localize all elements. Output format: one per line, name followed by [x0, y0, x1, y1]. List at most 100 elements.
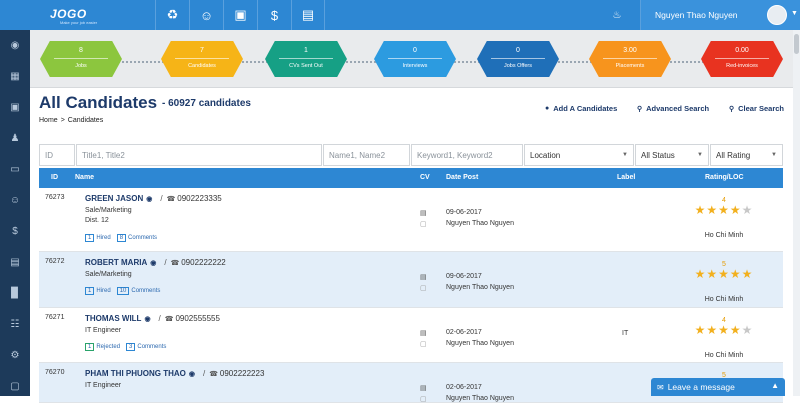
briefcase-bag-icon[interactable]: ♻ — [155, 0, 189, 30]
eye-icon[interactable]: ◉ — [146, 195, 152, 203]
col-date[interactable]: Date Post — [446, 174, 478, 181]
stat-card-placements[interactable]: 3.00 Placements — [589, 41, 671, 77]
candidate-name-link[interactable]: PHAM THI PHUONG THAO — [85, 369, 186, 378]
star-filled-icon[interactable]: ★ — [742, 267, 754, 281]
phone-icon: ☎ — [164, 315, 176, 323]
date-posted: 02-06-2017 — [446, 329, 482, 336]
status-badge[interactable]: 1 Hired — [85, 287, 111, 295]
cv-document-icon[interactable]: ▤ — [420, 383, 427, 394]
eye-icon[interactable]: ◉ — [150, 259, 156, 267]
star-filled-icon[interactable]: ★ — [695, 323, 707, 337]
star-filled-icon[interactable]: ★ — [730, 323, 742, 337]
candidate-name-link[interactable]: GREEN JASON — [85, 194, 143, 203]
comments-badge[interactable]: 8 Comments — [116, 234, 157, 242]
dollar-icon[interactable]: $ — [257, 0, 291, 30]
file-icon[interactable]: ▢ — [0, 371, 30, 402]
chart-icon[interactable]: ▉ — [0, 278, 30, 309]
status-badge[interactable]: 1 Hired — [85, 234, 111, 242]
star-filled-icon[interactable]: ★ — [718, 323, 730, 337]
status-label: Hired — [96, 235, 111, 241]
card-icon[interactable]: ▭ — [0, 154, 30, 185]
col-id[interactable]: ID — [51, 174, 58, 181]
candidate-name-line: THOMAS WILL ◉ / ☎ 0902555555 — [85, 314, 220, 323]
dollar-icon[interactable]: $ — [0, 216, 30, 247]
calendar-icon[interactable]: ▦ — [0, 61, 30, 92]
star-empty-icon[interactable]: ★ — [742, 323, 754, 337]
cv-document-icon[interactable]: ▤ — [420, 208, 427, 219]
comments-badge[interactable]: 10 Comments — [116, 287, 160, 295]
briefcase-icon[interactable]: ▣ — [0, 92, 30, 123]
avatar — [767, 5, 787, 25]
scrollbar[interactable] — [793, 30, 800, 396]
user-menu[interactable]: Nguyen Thao Nguyen ▼ — [640, 0, 800, 30]
name-filter-input[interactable]: Name1, Name2 — [323, 144, 410, 166]
keyword-filter-input[interactable]: Keyword1, Keyword2 — [411, 144, 523, 166]
date-posted: 02-06-2017 — [446, 384, 482, 391]
table-row[interactable]: 76271 THOMAS WILL ◉ / ☎ 0902555555 IT Enginee… — [39, 308, 783, 363]
add-candidate-button[interactable]: ● Add A Candidates — [545, 104, 617, 113]
rating-select[interactable]: All Rating ▼ — [710, 144, 783, 166]
status-count: 1 — [85, 234, 95, 242]
star-filled-icon[interactable]: ★ — [718, 203, 730, 217]
star-filled-icon[interactable]: ★ — [695, 203, 707, 217]
candidate-name-link[interactable]: ROBERT MARIA — [85, 258, 147, 267]
star-filled-icon[interactable]: ★ — [706, 323, 718, 337]
brand-logo[interactable]: JOGO Make your job easier — [44, 7, 134, 25]
stat-card-red-invoices[interactable]: 0.00 Red-invoices — [701, 41, 783, 77]
star-empty-icon[interactable]: ★ — [742, 203, 754, 217]
candidate-name-link[interactable]: THOMAS WILL — [85, 314, 141, 323]
title-filter-input[interactable]: Title1, Title2 — [76, 144, 322, 166]
location-select[interactable]: Location ▼ — [524, 144, 634, 166]
star-filled-icon[interactable]: ★ — [706, 267, 718, 281]
cv-file-icon[interactable]: ▢ — [420, 219, 427, 230]
stat-card-jobs[interactable]: 8 Jobs — [40, 41, 122, 77]
comments-badge[interactable]: 3 Comments — [126, 343, 166, 351]
document-icon[interactable]: ▤ — [0, 247, 30, 278]
briefcase-icon[interactable]: ▣ — [223, 0, 257, 30]
cv-file-icon[interactable]: ▢ — [420, 339, 427, 350]
cv-file-icon[interactable]: ▢ — [420, 283, 427, 294]
eye-icon[interactable]: ◉ — [189, 370, 195, 378]
candidate-phone: 0902222222 — [181, 258, 226, 267]
document-icon[interactable]: ▤ — [291, 0, 325, 30]
sitemap-icon[interactable]: ☷ — [0, 309, 30, 340]
rating-stars: ★★★★★ — [679, 268, 769, 280]
contacts-icon[interactable]: ♟ — [0, 123, 30, 154]
col-rating[interactable]: Rating/LOC — [705, 174, 744, 181]
candidate-name-line: PHAM THI PHUONG THAO ◉ / ☎ 0902222223 — [85, 369, 265, 378]
col-label[interactable]: Label — [617, 174, 635, 181]
users-icon[interactable]: ☺ — [189, 0, 223, 30]
status-badge[interactable]: 1 Rejected — [85, 343, 120, 351]
col-name[interactable]: Name — [75, 174, 94, 181]
status-select[interactable]: All Status ▼ — [635, 144, 709, 166]
settings-icon[interactable]: ⚙ — [0, 340, 30, 371]
cv-document-icon[interactable]: ▤ — [420, 328, 427, 339]
chat-widget[interactable]: ✉ Leave a message ▲ — [651, 378, 785, 396]
star-filled-icon[interactable]: ★ — [718, 267, 730, 281]
stat-value: 0 — [516, 47, 520, 54]
table-row[interactable]: 76272 ROBERT MARIA ◉ / ☎ 0902222222 Sale/Mark… — [39, 252, 783, 308]
candidate-tags: 1 Hired 8 Comments — [85, 234, 163, 242]
bell-icon[interactable]: ♨ — [605, 0, 629, 30]
table-row[interactable]: 76273 GREEN JASON ◉ / ☎ 0902223335 Sale/Marke… — [39, 188, 783, 252]
users-icon[interactable]: ☺ — [0, 185, 30, 216]
stat-card-candidates[interactable]: 7 Candidates — [161, 41, 243, 77]
candidate-phone: 0902222223 — [219, 369, 265, 378]
stat-value: 3.00 — [623, 47, 637, 54]
candidate-id: 76271 — [45, 314, 65, 321]
col-cv[interactable]: CV — [420, 174, 430, 181]
stat-card-jobs-offers[interactable]: 0 Jobs Offers — [477, 41, 559, 77]
star-filled-icon[interactable]: ★ — [730, 267, 742, 281]
advanced-search-button[interactable]: ⚲ Advanced Search — [637, 104, 709, 113]
star-filled-icon[interactable]: ★ — [706, 203, 718, 217]
star-filled-icon[interactable]: ★ — [695, 267, 707, 281]
stat-card-cvs-sent-out[interactable]: 1 CVs Sent Out — [265, 41, 347, 77]
stat-card-interviews[interactable]: 0 Interviews — [374, 41, 456, 77]
breadcrumb-home[interactable]: Home — [39, 117, 58, 124]
cv-document-icon[interactable]: ▤ — [420, 272, 427, 283]
star-filled-icon[interactable]: ★ — [730, 203, 742, 217]
eye-icon[interactable]: ◉ — [144, 315, 150, 323]
id-filter-input[interactable]: ID — [39, 144, 75, 166]
clear-search-button[interactable]: ⚲ Clear Search — [729, 104, 784, 113]
dashboard-icon[interactable]: ◉ — [0, 30, 30, 61]
